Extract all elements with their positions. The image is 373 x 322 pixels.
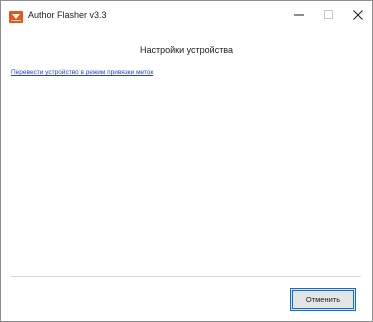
app-logo-icon (9, 10, 23, 23)
minimize-button[interactable] (282, 1, 315, 31)
close-button[interactable] (341, 1, 373, 31)
binding-mode-link[interactable]: Перевести устройство в режим привязки ме… (11, 69, 153, 76)
cancel-button[interactable]: Отменить (290, 288, 356, 311)
title-bar[interactable]: Author Flasher v3.3 (1, 1, 372, 31)
minimize-icon (293, 7, 304, 25)
divider (11, 276, 361, 277)
window-title: Author Flasher v3.3 (28, 10, 107, 20)
app-window: Author Flasher v3.3 Настройки устройства… (0, 0, 373, 322)
page-title: Настройки устройства (140, 45, 233, 55)
close-icon (352, 7, 363, 25)
maximize-icon (323, 7, 334, 25)
